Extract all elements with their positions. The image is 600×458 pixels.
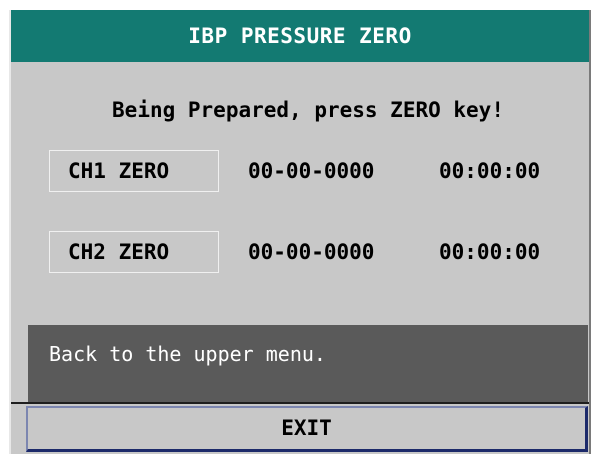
exit-button[interactable]: EXIT [26, 406, 588, 452]
ch1-zero-button[interactable]: CH1 ZERO [49, 150, 219, 192]
ch2-zero-date: 00-00-0000 [248, 240, 375, 264]
dialog-title: IBP PRESSURE ZERO [11, 10, 589, 62]
ch1-zero-time: 00:00:00 [439, 159, 541, 183]
ibp-zero-dialog: IBP PRESSURE ZERO Being Prepared, press … [9, 10, 591, 454]
ch2-zero-button[interactable]: CH2 ZERO [49, 231, 219, 273]
help-text-panel: Back to the upper menu. [28, 325, 588, 402]
divider [11, 402, 589, 404]
ch1-zero-date: 00-00-0000 [248, 159, 375, 183]
status-message: Being Prepared, press ZERO key! [112, 98, 504, 122]
ch2-zero-time: 00:00:00 [439, 240, 541, 264]
